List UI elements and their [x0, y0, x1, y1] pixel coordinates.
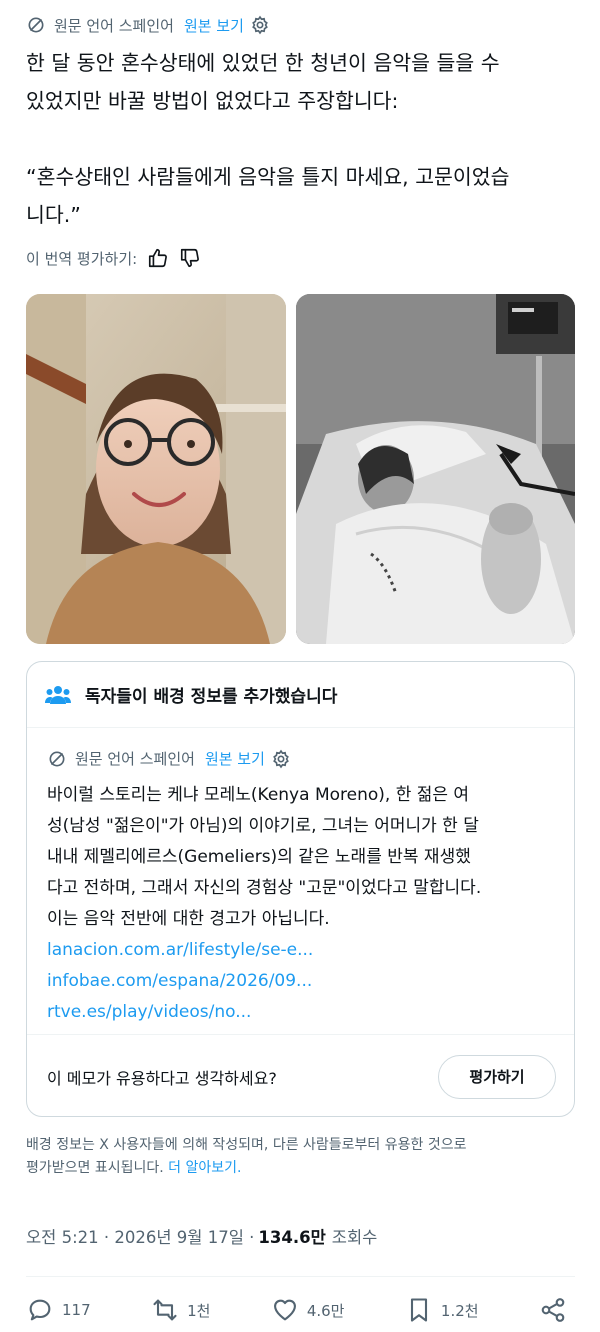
note-source-link[interactable]: lanacion.com.ar/lifestyle/se-e... [47, 935, 567, 966]
tweet-timestamp[interactable]: 오전 5:21 · 2026년 9월 17일 · [26, 1224, 254, 1248]
note-source-lang: 원문 언어 스페인어 [75, 750, 195, 768]
tweet-meta: 오전 5:21 · 2026년 9월 17일 · 134.6만 조회수 [26, 1224, 377, 1248]
note-helpful-question: 이 메모가 유용하다고 생각하세요? [47, 1068, 277, 1088]
tweet-line: “혼수상태인 사람들에게 음악을 틀지 마세요, 고문이었습 [26, 165, 510, 189]
note-show-original-link[interactable]: 원본 보기 [205, 748, 265, 769]
reply-button[interactable]: 117 [26, 1296, 91, 1324]
views-count: 134.6만 [258, 1228, 326, 1247]
reply-count: 117 [62, 1301, 91, 1319]
note-source-link[interactable]: infobae.com/espana/2026/09... [47, 966, 567, 997]
divider [26, 1276, 575, 1277]
translation-bar: 원문 언어 스페인어 원본 보기 [26, 12, 270, 38]
note-line: 성(남성 "젊은이"가 아님)의 이야기로, 그녀는 어머니가 한 달 [47, 816, 479, 836]
note-source-link[interactable]: rtve.es/play/videos/no... [47, 997, 567, 1028]
notes-info: 배경 정보는 X 사용자들에 의해 작성되며, 다른 사람들로부터 유용한 것으… [26, 1134, 586, 1180]
tweet-photo-selfie[interactable] [26, 294, 286, 644]
bookmark-count: 1.2천 [440, 1301, 479, 1320]
notes-info-line: 배경 정보는 X 사용자들에 의해 작성되며, 다른 사람들로부터 유용한 것으… [26, 1137, 467, 1153]
translate-icon [28, 17, 44, 33]
tweet-photo-hospital[interactable] [296, 294, 575, 644]
tweet-line: 니다.” [26, 203, 81, 227]
like-count: 4.6만 [306, 1301, 345, 1320]
like-button[interactable]: 4.6만 [271, 1296, 345, 1324]
tweet-line: 한 달 동안 혼수상태에 있었던 한 청년이 음악을 들을 수 [26, 51, 500, 75]
repost-count: 1천 [187, 1301, 211, 1320]
people-icon [45, 685, 71, 704]
reply-icon [29, 1299, 51, 1321]
rate-translation: 이 번역 평가하기: [26, 244, 201, 272]
share-button[interactable] [539, 1296, 575, 1324]
note-line: 이는 음악 전반에 대한 경고가 아닙니다. [47, 909, 330, 929]
note-footer: 이 메모가 유용하다고 생각하세요? 평가하기 [27, 1034, 574, 1116]
bookmark-button[interactable]: 1.2천 [405, 1296, 479, 1324]
note-body: 바이럴 스토리는 케냐 모레노(Kenya Moreno), 한 젊은 여 성(… [47, 780, 567, 1028]
note-line: 내내 제멜리에르스(Gemeliers)의 같은 노래를 반복 재생했 [47, 847, 471, 867]
rate-note-button[interactable]: 평가하기 [438, 1054, 556, 1099]
like-icon [273, 1299, 296, 1321]
learn-more-link[interactable]: 더 알아보기. [168, 1160, 241, 1176]
share-icon [541, 1298, 565, 1322]
note-header: 독자들이 배경 정보를 추가했습니다 [27, 662, 574, 728]
show-original-link[interactable]: 원본 보기 [184, 15, 244, 36]
note-header-title: 독자들이 배경 정보를 추가했습니다 [85, 687, 338, 707]
thumbs-down-icon[interactable] [179, 247, 201, 269]
community-note: 독자들이 배경 정보를 추가했습니다 원문 언어 스페인어 원본 보기 바이럴 … [26, 661, 575, 1117]
rate-translation-label: 이 번역 평가하기: [26, 249, 138, 268]
bookmark-icon [410, 1298, 427, 1322]
action-bar: 117 1천 4.6만 1.2천 [26, 1292, 575, 1328]
note-line: 바이럴 스토리는 케냐 모레노(Kenya Moreno), 한 젊은 여 [47, 785, 470, 805]
gear-icon[interactable] [271, 749, 291, 769]
note-translation-bar: 원문 언어 스페인어 원본 보기 [47, 748, 291, 769]
repost-icon [153, 1299, 177, 1321]
gear-icon[interactable] [250, 15, 270, 35]
notes-info-line: 평가받으면 표시됩니다. [26, 1160, 164, 1176]
tweet-text: 한 달 동안 혼수상태에 있었던 한 청년이 음악을 들을 수 있었지만 바꿀 … [26, 44, 586, 234]
thumbs-up-icon[interactable] [147, 247, 169, 269]
note-line: 다고 전하며, 그래서 자신의 경험상 "고문"이었다고 말합니다. [47, 878, 482, 898]
translation-source-lang: 원문 언어 스페인어 [54, 16, 174, 35]
tweet-line: 있었지만 바꿀 방법이 없었다고 주장합니다: [26, 89, 399, 113]
views-label: 조회수 [331, 1228, 378, 1247]
repost-button[interactable]: 1천 [151, 1296, 210, 1324]
translate-icon [49, 751, 65, 766]
